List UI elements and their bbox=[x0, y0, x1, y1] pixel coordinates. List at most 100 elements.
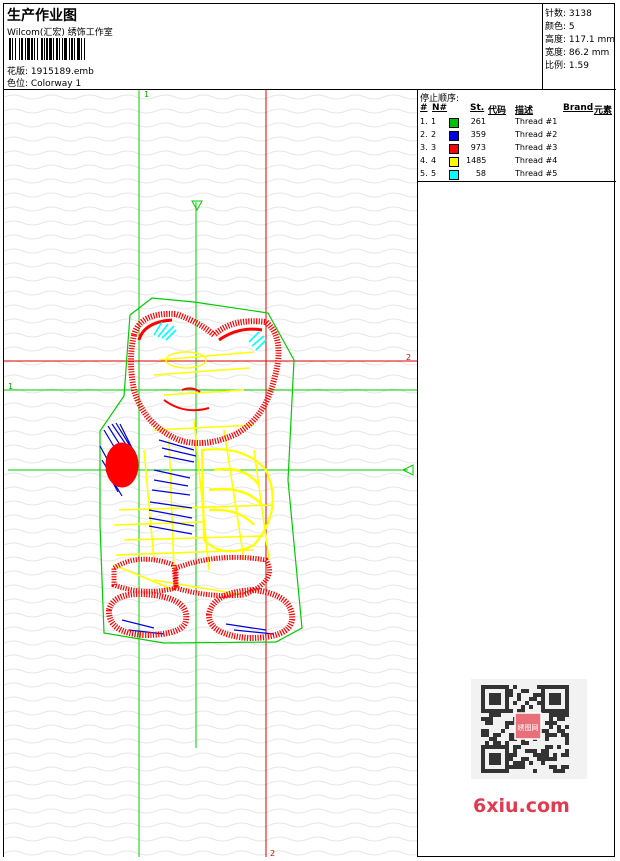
qr-module bbox=[513, 765, 517, 769]
qr-module bbox=[485, 717, 489, 721]
barcode-bar bbox=[41, 38, 43, 60]
barcode-bar bbox=[53, 38, 54, 60]
seal-stamp-text: 绣图网 bbox=[518, 723, 539, 732]
stop-row-n: 4 bbox=[431, 156, 437, 165]
qr-module bbox=[545, 757, 549, 761]
qr-module bbox=[505, 741, 509, 745]
barcode-bar bbox=[21, 38, 23, 60]
qr-module bbox=[561, 733, 565, 737]
qr-module bbox=[553, 713, 557, 717]
embroidery-canvas: 1 1 2 2 bbox=[4, 90, 417, 857]
qr-module bbox=[525, 749, 529, 753]
barcode-bar bbox=[84, 38, 85, 60]
qr-module bbox=[537, 753, 541, 757]
barcode-bar bbox=[46, 38, 48, 60]
qr-module bbox=[565, 741, 569, 745]
qr-module bbox=[545, 749, 549, 753]
barcode bbox=[9, 38, 85, 60]
qr-module bbox=[513, 749, 517, 753]
qr-module bbox=[529, 761, 533, 765]
qr-finder bbox=[489, 693, 501, 705]
qr-module bbox=[533, 697, 537, 701]
qr-module bbox=[561, 765, 565, 769]
stop-row-desc: Thread #5 bbox=[515, 169, 558, 178]
qr-module bbox=[513, 761, 517, 765]
qr-module bbox=[541, 749, 545, 753]
barcode-bar bbox=[44, 38, 45, 60]
stop-row-num: 2. bbox=[420, 130, 428, 139]
stop-row-stitches: 1485 bbox=[466, 156, 487, 165]
barcode-bar bbox=[25, 38, 26, 60]
qr-module bbox=[545, 721, 549, 725]
qr-module bbox=[509, 693, 513, 697]
stop-row-num: 3. bbox=[420, 143, 428, 152]
qr-module bbox=[521, 741, 525, 745]
qr-module bbox=[497, 733, 501, 737]
qr-module bbox=[565, 749, 569, 753]
qr-module bbox=[521, 705, 525, 709]
qr-module bbox=[505, 725, 509, 729]
sheet-title: 生产作业图 bbox=[7, 8, 77, 24]
col-header-desc: 描述 bbox=[515, 106, 534, 116]
stop-row-num: 5. bbox=[420, 169, 428, 178]
qr-module bbox=[513, 753, 517, 757]
qr-module bbox=[553, 769, 557, 773]
qr-module bbox=[521, 765, 525, 769]
studio-name: Wilcom(汇宏) 绣饰工作室 bbox=[7, 28, 113, 38]
qr-module bbox=[493, 741, 497, 745]
qr-module bbox=[509, 721, 513, 725]
barcode-bar bbox=[31, 38, 33, 60]
barcode-bar bbox=[49, 38, 52, 60]
qr-module bbox=[565, 765, 569, 769]
qr-module bbox=[529, 705, 533, 709]
qr-finder bbox=[489, 753, 501, 765]
barcode-bar bbox=[74, 38, 75, 60]
qr-module bbox=[497, 713, 501, 717]
stop-row-stitches: 973 bbox=[470, 143, 486, 152]
thread-color-swatch bbox=[449, 118, 459, 128]
paw-red bbox=[105, 442, 139, 488]
guide-label-bottom: 2 bbox=[270, 849, 275, 857]
barcode-bar bbox=[9, 38, 11, 60]
qr-module bbox=[533, 693, 537, 697]
qr-module bbox=[541, 757, 545, 761]
barcode-bar bbox=[34, 38, 35, 60]
fabric-background bbox=[4, 90, 417, 857]
qr-module bbox=[561, 713, 565, 717]
qr-module bbox=[549, 765, 553, 769]
qr-module bbox=[489, 721, 493, 725]
qr-module bbox=[509, 753, 513, 757]
col-header-n: N# bbox=[432, 103, 448, 113]
qr-code: 绣图网 bbox=[471, 679, 587, 779]
qr-module bbox=[553, 753, 557, 757]
qr-module bbox=[517, 697, 521, 701]
qr-module bbox=[549, 713, 553, 717]
qr-module bbox=[541, 753, 545, 757]
qr-module bbox=[537, 757, 541, 761]
qr-module bbox=[565, 725, 569, 729]
qr-module bbox=[561, 769, 565, 773]
qr-module bbox=[545, 737, 549, 741]
qr-module bbox=[525, 741, 529, 745]
qr-module bbox=[485, 733, 489, 737]
qr-module bbox=[529, 749, 533, 753]
stat-stitches: 针数: 3138 bbox=[545, 9, 592, 19]
barcode-bar bbox=[77, 38, 80, 60]
qr-module bbox=[489, 737, 493, 741]
thread-color-swatch bbox=[449, 131, 459, 141]
qr-module bbox=[485, 741, 489, 745]
qr-module bbox=[557, 769, 561, 773]
qr-module bbox=[565, 713, 569, 717]
guide-label-top: 1 bbox=[144, 90, 149, 99]
qr-module bbox=[565, 753, 569, 757]
stop-row-stitches: 58 bbox=[475, 169, 486, 178]
qr-module bbox=[509, 765, 513, 769]
col-header-brand: Brand bbox=[563, 103, 594, 113]
qr-module bbox=[533, 749, 537, 753]
qr-module bbox=[549, 721, 553, 725]
qr-module bbox=[481, 717, 485, 721]
qr-module bbox=[509, 757, 513, 761]
col-header-st: St. bbox=[470, 103, 485, 113]
qr-module bbox=[497, 741, 501, 745]
qr-module bbox=[561, 729, 565, 733]
